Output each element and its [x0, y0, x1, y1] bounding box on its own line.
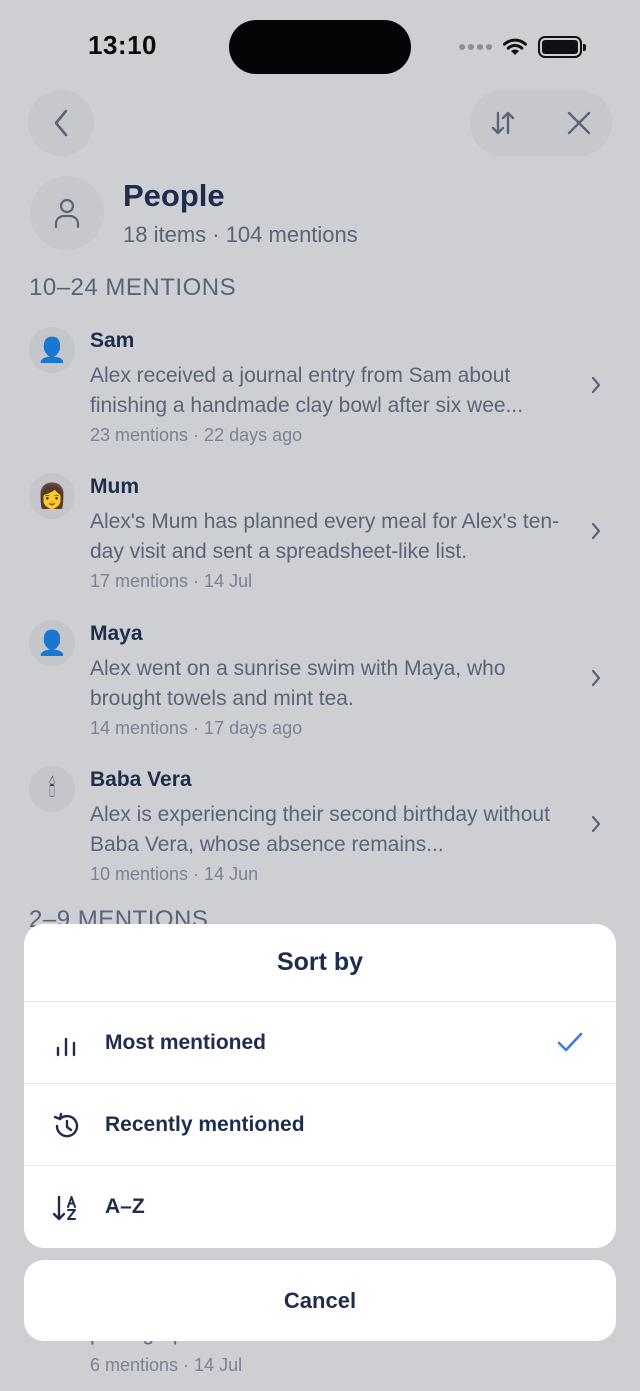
person-meta: 6 mentions · 14 Jul: [90, 1355, 243, 1375]
person-name: Baba Vera: [90, 768, 192, 791]
avatar: 👤: [29, 620, 75, 666]
person-description: Alex went on a sunrise swim with Maya, w…: [90, 657, 506, 710]
status-time: 13:10: [88, 30, 157, 60]
sort-sheet-title: Sort by: [24, 924, 616, 1002]
chevron-right-icon: [591, 815, 601, 833]
close-button[interactable]: [546, 90, 612, 156]
person-meta: 14 mentions · 17 days ago: [90, 718, 303, 738]
person-meta: 10 mentions · 14 Jun: [90, 864, 259, 884]
person-row[interactable]: 👤 Maya Alex went on a sunrise swim with …: [0, 620, 640, 750]
sort-arrows-icon: [491, 111, 515, 135]
dynamic-island: [229, 20, 411, 74]
bar-chart-icon: [56, 1037, 76, 1057]
avatar: 👤: [29, 327, 75, 373]
status-icons: [459, 36, 586, 58]
avatar: 👩: [29, 473, 75, 519]
person-row[interactable]: 👩 Mum Alex's Mum has planned every meal …: [0, 473, 640, 603]
person-description: Alex is experiencing their second birthd…: [90, 803, 550, 856]
person-name: Sam: [90, 329, 135, 352]
sort-option-label: Most mentioned: [105, 1030, 266, 1054]
chevron-right-icon: [591, 376, 601, 394]
page-subtitle: 18 items · 104 mentions: [123, 222, 358, 247]
person-description: Alex received a journal entry from Sam a…: [90, 364, 524, 417]
sort-option-most-mentioned[interactable]: Most mentioned: [24, 1002, 616, 1084]
section-title: 10–24 MENTIONS: [29, 274, 237, 301]
header-actions: [470, 90, 612, 156]
cellular-signal-icon: [459, 44, 492, 50]
sort-option-label: Recently mentioned: [105, 1112, 305, 1136]
sort-option-label: A–Z: [105, 1195, 145, 1218]
person-name: Maya: [90, 622, 143, 645]
person-meta: 23 mentions · 22 days ago: [90, 425, 303, 445]
page-title: People: [123, 178, 225, 213]
cancel-button[interactable]: Cancel: [24, 1260, 616, 1341]
battery-icon: [538, 36, 586, 58]
person-meta: 17 mentions · 14 Jul: [90, 571, 253, 591]
chevron-left-icon: [54, 109, 68, 137]
checkmark-icon: [557, 1032, 583, 1052]
person-row[interactable]: 🕯 Baba Vera Alex is experiencing their s…: [0, 766, 640, 896]
chevron-right-icon: [591, 669, 601, 687]
people-category-icon: [30, 176, 104, 250]
person-icon: [54, 198, 80, 229]
wifi-icon: [503, 38, 527, 55]
people-screen: 13:10 People 18 items · 104 mentions 10–…: [0, 0, 640, 1391]
sort-option-a-z[interactable]: A–Z: [24, 1166, 616, 1248]
back-button[interactable]: [28, 90, 94, 156]
person-name: Mum: [90, 475, 139, 498]
close-icon: [567, 111, 591, 135]
sort-sheet: Sort by Most mentioned Recently mentione…: [24, 924, 616, 1248]
person-description: Alex's Mum has planned every meal for Al…: [90, 510, 560, 563]
chevron-right-icon: [591, 522, 601, 540]
history-icon: [53, 1112, 79, 1138]
sort-alpha-icon: [52, 1195, 76, 1221]
avatar: 🕯: [29, 766, 75, 812]
sort-button[interactable]: [470, 90, 536, 156]
sort-option-recently-mentioned[interactable]: Recently mentioned: [24, 1084, 616, 1166]
person-row[interactable]: 👤 Sam Alex received a journal entry from…: [0, 327, 640, 457]
